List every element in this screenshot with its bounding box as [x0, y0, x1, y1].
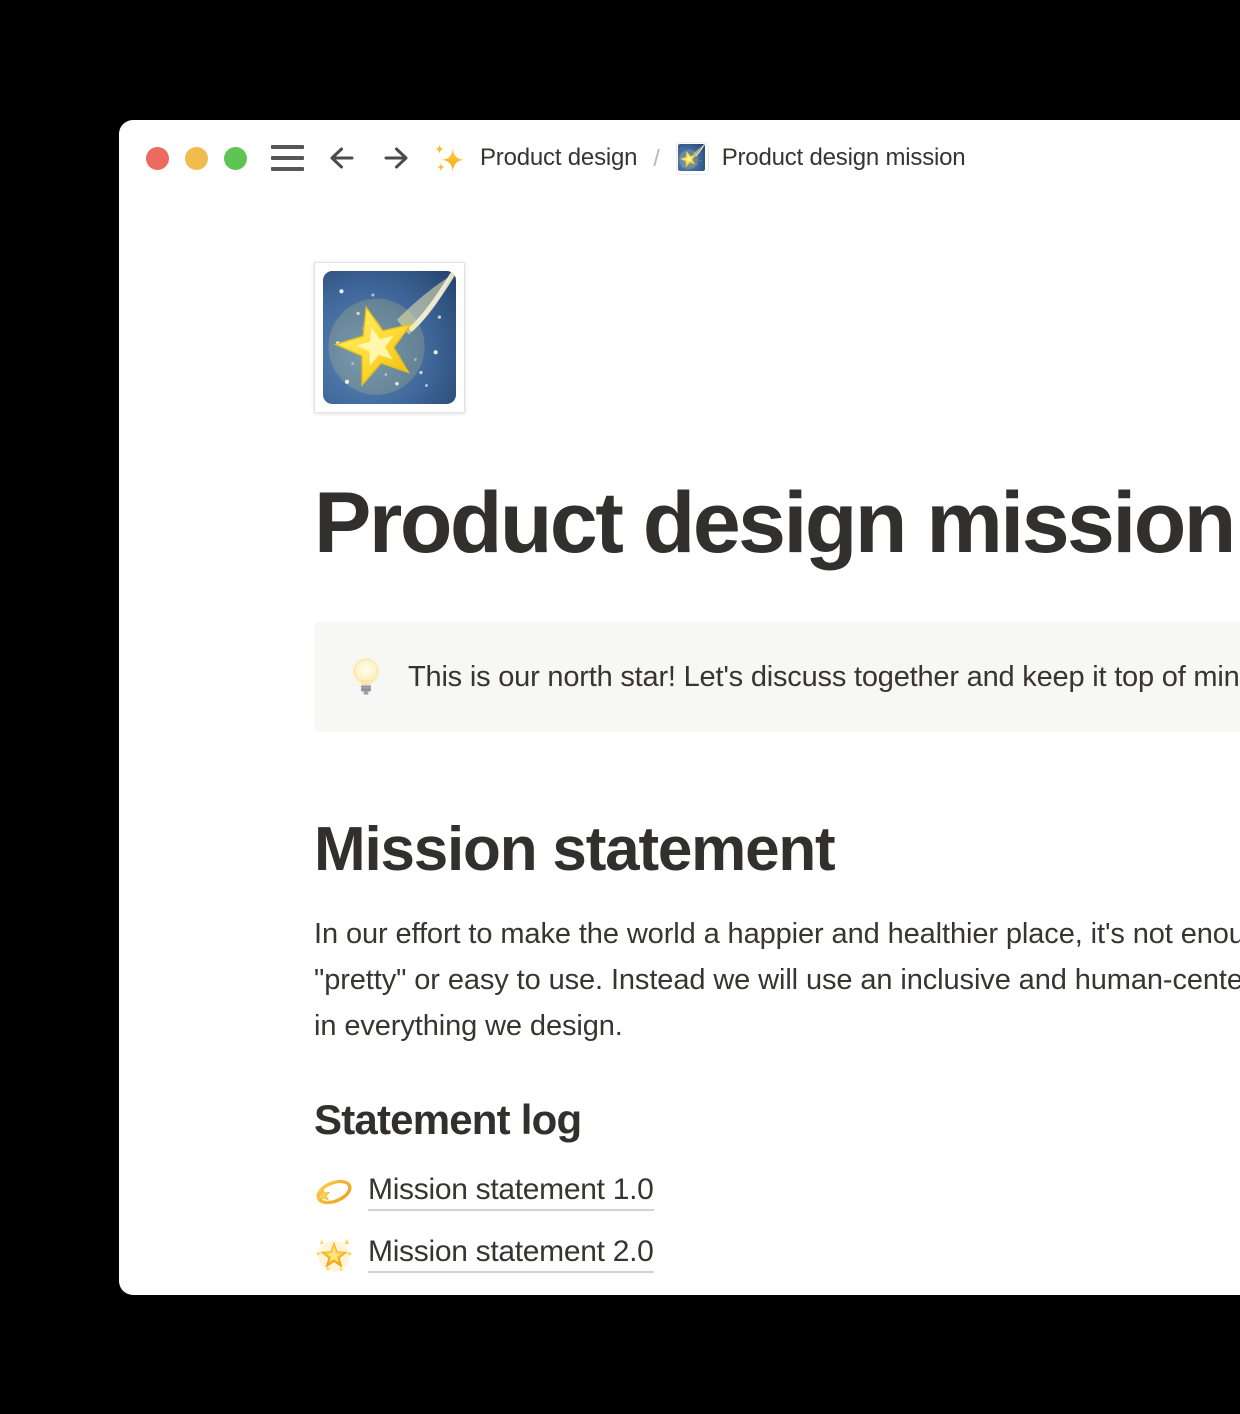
paragraph-line: "pretty" or easy to use. Instead we will… — [314, 957, 1240, 1003]
desktop-background: Product design / Product design mission … — [0, 0, 1240, 1414]
light-bulb-icon — [345, 656, 387, 698]
page-icon[interactable] — [314, 262, 465, 413]
page-content: Product design mission This is our north… — [314, 196, 1240, 1276]
titlebar: Product design / Product design mission — [119, 120, 1240, 196]
minimize-window-button[interactable] — [185, 147, 208, 170]
glowing-star-icon — [314, 1234, 354, 1274]
statement-log-links: Mission statement 1.0 Mission statement … — [314, 1170, 1240, 1276]
app-window: Product design / Product design mission … — [119, 120, 1240, 1295]
page-title: Product design mission — [314, 480, 1240, 566]
callout-block: This is our north star! Let's discuss to… — [314, 622, 1240, 732]
page-link-mission-statement-2[interactable]: Mission statement 2.0 — [314, 1232, 1240, 1276]
breadcrumb-parent-icon — [432, 141, 466, 175]
close-window-button[interactable] — [146, 147, 169, 170]
mission-statement-heading: Mission statement — [314, 814, 1240, 885]
dizzy-icon — [314, 1172, 354, 1212]
breadcrumb-current[interactable]: Product design mission — [722, 144, 966, 172]
page-link-label[interactable]: Mission statement 2.0 — [368, 1235, 654, 1273]
shooting-star-icon — [678, 144, 705, 171]
breadcrumb-current-icon — [677, 143, 708, 174]
paragraph-line: In our effort to make the world a happie… — [314, 911, 1240, 957]
statement-log-heading: Statement log — [314, 1095, 1240, 1145]
breadcrumb-parent[interactable]: Product design — [480, 144, 637, 172]
page-link-label[interactable]: Mission statement 1.0 — [368, 1173, 654, 1211]
back-button[interactable] — [326, 142, 358, 174]
sparkles-icon — [432, 141, 466, 175]
callout-text: This is our north star! Let's discuss to… — [408, 661, 1240, 694]
arrow-left-icon — [326, 142, 358, 174]
shooting-star-icon — [323, 271, 456, 404]
page-link-mission-statement-1[interactable]: Mission statement 1.0 — [314, 1170, 1240, 1214]
zoom-window-button[interactable] — [224, 147, 247, 170]
sidebar-toggle-icon[interactable] — [271, 145, 304, 171]
window-controls — [146, 147, 247, 170]
paragraph-line: in everything we design. — [314, 1003, 1240, 1049]
arrow-right-icon — [380, 142, 412, 174]
mission-statement-paragraph: In our effort to make the world a happie… — [314, 911, 1240, 1049]
breadcrumb-divider: / — [653, 145, 659, 172]
callout-icon — [345, 656, 387, 698]
forward-button[interactable] — [380, 142, 412, 174]
